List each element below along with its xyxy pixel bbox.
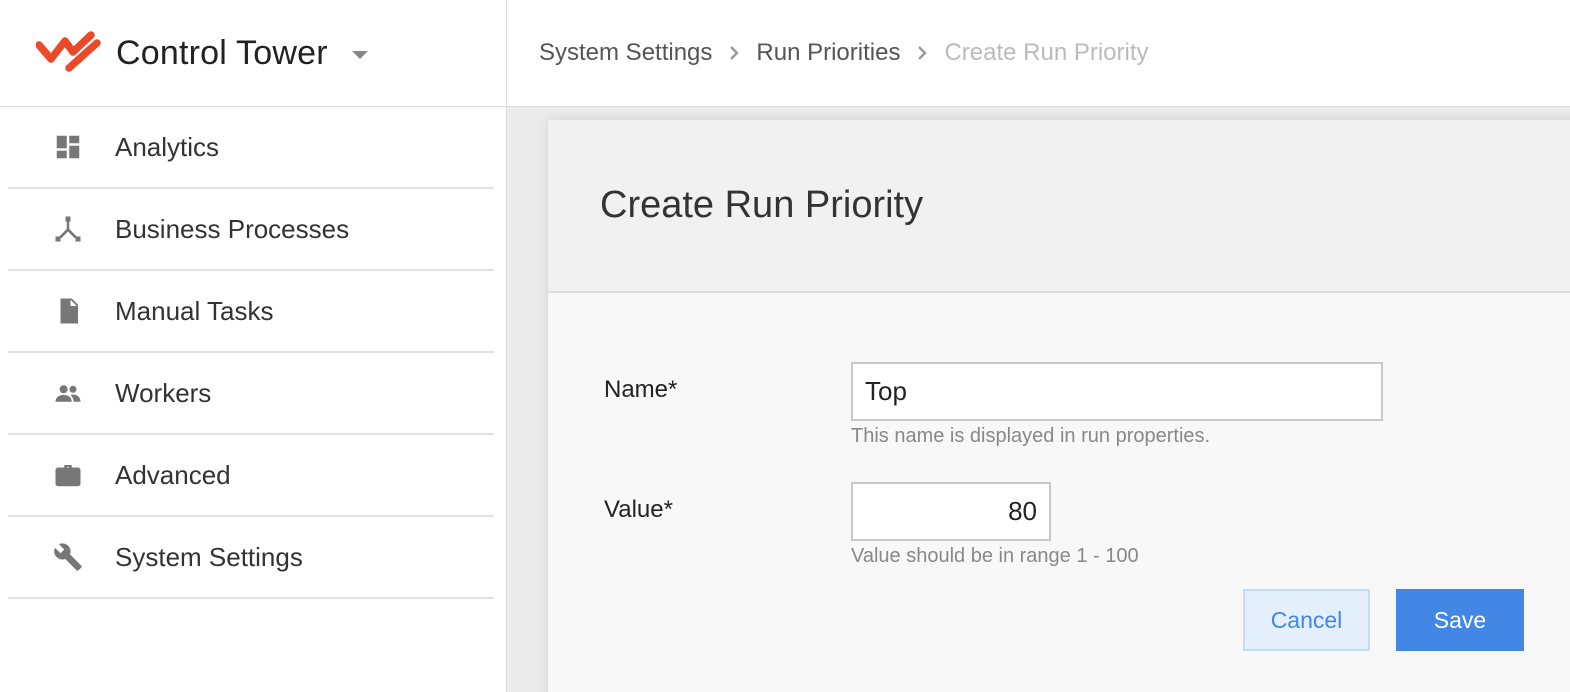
breadcrumb-create-run-priority: Create Run Priority: [944, 39, 1149, 66]
app-root: Control Tower Analytics Business Process…: [0, 0, 1570, 692]
dashboard-icon: [51, 130, 85, 164]
control-tower-logo-icon: [36, 31, 101, 72]
value-field-label: Value*: [604, 496, 673, 523]
sidebar-item-business-processes[interactable]: Business Processes: [8, 189, 494, 271]
chevron-right-icon: [914, 45, 930, 61]
value-field-hint: Value should be in range 1 - 100: [851, 545, 1139, 567]
sidebar-item-system-settings[interactable]: System Settings: [8, 517, 494, 599]
breadcrumb-run-priorities[interactable]: Run Priorities: [756, 39, 900, 67]
create-run-priority-card: Create Run Priority Name* Top This name …: [548, 120, 1570, 692]
sidebar-item-label: Advanced: [115, 459, 231, 490]
briefcase-icon: [51, 458, 85, 492]
sidebar-item-label: Business Processes: [115, 213, 350, 244]
sidebar-item-workers[interactable]: Workers: [8, 353, 494, 435]
cancel-button[interactable]: Cancel: [1243, 589, 1370, 651]
sidebar: Control Tower Analytics Business Process…: [0, 0, 507, 692]
save-button[interactable]: Save: [1396, 589, 1524, 651]
sidebar-item-advanced[interactable]: Advanced: [8, 435, 494, 517]
name-input[interactable]: Top: [851, 362, 1383, 421]
value-input[interactable]: 80: [851, 482, 1051, 541]
breadcrumb: System Settings Run Priorities Create Ru…: [507, 0, 1570, 107]
sidebar-item-label: System Settings: [115, 541, 303, 572]
page-title: Create Run Priority: [600, 184, 924, 226]
sidebar-item-label: Manual Tasks: [115, 295, 274, 326]
sidebar-item-analytics[interactable]: Analytics: [8, 107, 494, 189]
document-icon: [51, 294, 85, 328]
card-header: Create Run Priority: [548, 120, 1570, 293]
wrench-icon: [51, 540, 85, 574]
app-title: Control Tower: [116, 33, 328, 72]
app-switcher-caret-icon[interactable]: [351, 51, 368, 59]
process-icon: [51, 212, 85, 246]
name-field-label: Name*: [604, 376, 678, 403]
sidebar-item-label: Workers: [115, 377, 212, 408]
chevron-right-icon: [726, 45, 742, 61]
name-field-hint: This name is displayed in run properties…: [851, 425, 1211, 447]
sidebar-item-label: Analytics: [115, 131, 220, 162]
sidebar-item-manual-tasks[interactable]: Manual Tasks: [8, 271, 494, 353]
people-icon: [51, 376, 85, 410]
sidebar-nav: Analytics Business Processes Manual Task…: [0, 107, 506, 599]
brand-header: Control Tower: [0, 0, 506, 107]
breadcrumb-system-settings[interactable]: System Settings: [539, 39, 712, 67]
